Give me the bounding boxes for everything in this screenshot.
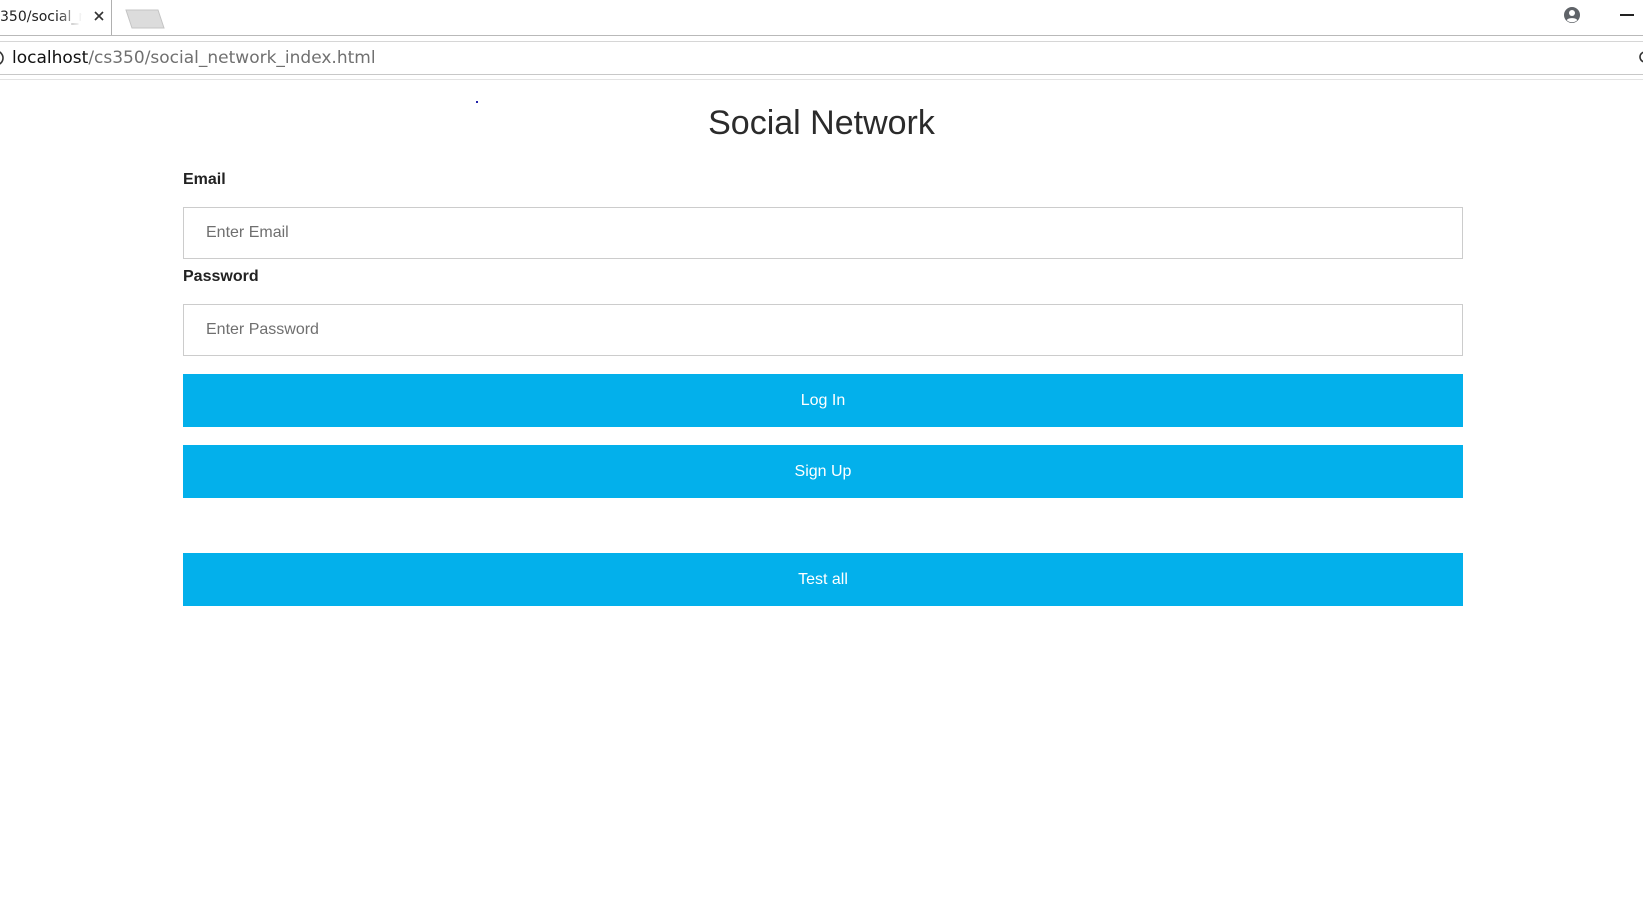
- signup-button[interactable]: Sign Up: [183, 445, 1463, 498]
- page-title: Social Network: [708, 104, 935, 142]
- zoom-icon[interactable]: [1638, 51, 1643, 65]
- address-bar[interactable]: localhost/cs350/social_network_index.htm…: [0, 41, 1643, 75]
- password-field[interactable]: [183, 304, 1463, 356]
- url-host: localhost: [12, 48, 89, 68]
- info-icon[interactable]: [0, 49, 6, 67]
- close-icon[interactable]: [92, 9, 106, 23]
- browser-chrome: 350/social_network_index.html: [0, 0, 1643, 81]
- minimize-icon[interactable]: [1620, 14, 1634, 16]
- login-button[interactable]: Log In: [183, 374, 1463, 427]
- tab-strip: 350/social_network_index.html: [0, 0, 1643, 36]
- tab-title: 350/social_network_index.html: [0, 9, 82, 25]
- url-path: /cs350/social_network_index.html: [88, 48, 376, 68]
- email-field[interactable]: [183, 207, 1463, 259]
- email-label: Email: [183, 171, 226, 188]
- page-divider: [0, 79, 1643, 80]
- profile-icon[interactable]: [1563, 6, 1581, 24]
- new-tab-icon[interactable]: [122, 9, 166, 29]
- test-all-button[interactable]: Test all: [183, 553, 1463, 606]
- password-label: Password: [183, 268, 259, 285]
- browser-tab[interactable]: 350/social_network_index.html: [0, 0, 112, 35]
- url-text[interactable]: localhost/cs350/social_network_index.htm…: [12, 48, 376, 68]
